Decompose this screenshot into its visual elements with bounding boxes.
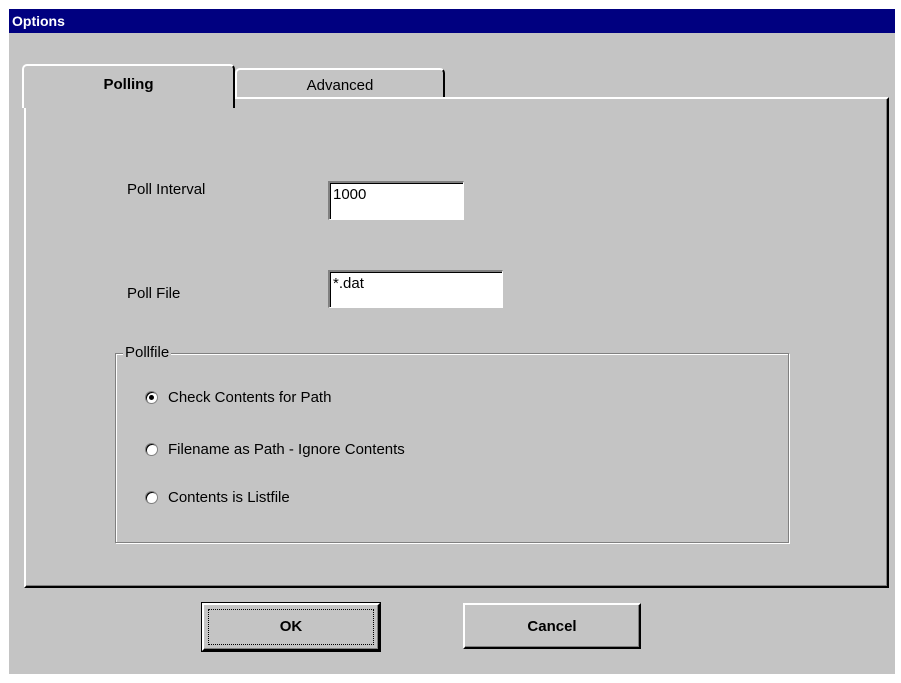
dialog-title-bar[interactable]: Options [9, 9, 895, 33]
dialog-title: Options [12, 13, 65, 29]
options-dialog: Options Polling Advanced [9, 9, 895, 674]
tab-polling[interactable]: Polling [22, 64, 235, 108]
cancel-button[interactable]: Cancel [463, 603, 641, 649]
tab-advanced[interactable]: Advanced [235, 68, 445, 98]
cancel-button-label: Cancel [527, 618, 577, 635]
tab-polling-label: Polling [103, 76, 154, 93]
tab-panel [24, 97, 889, 588]
tab-advanced-label: Advanced [306, 77, 374, 94]
ok-button[interactable]: OK [201, 602, 381, 652]
focus-rectangle [208, 609, 374, 645]
